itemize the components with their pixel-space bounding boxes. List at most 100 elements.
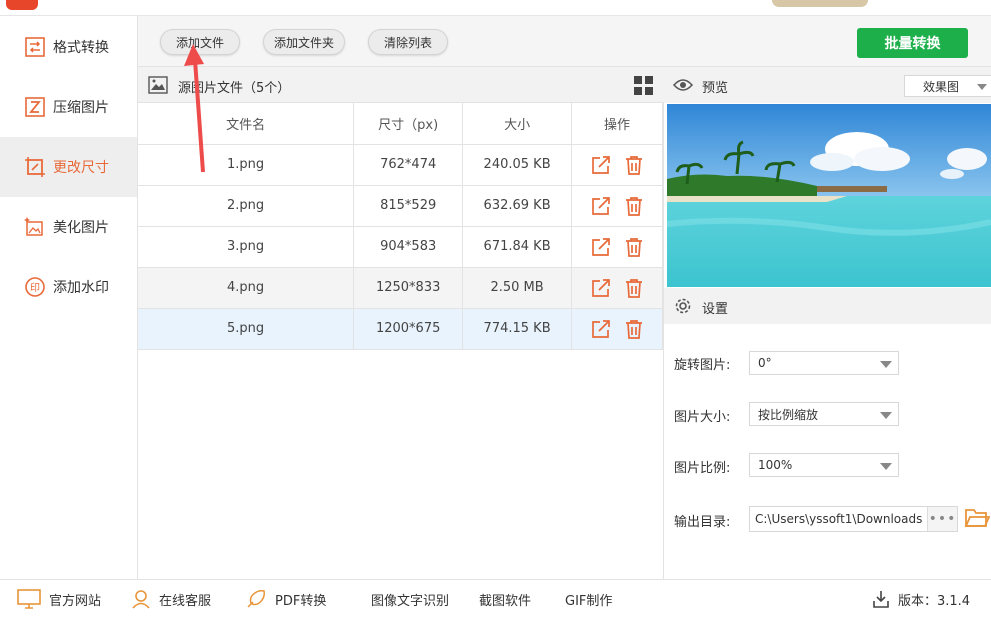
settings-title: 设置 [702,302,729,317]
table-row[interactable]: 4.png 1250*833 2.50 MB [138,267,663,309]
website-link[interactable]: 官方网站 [17,580,101,618]
ocr-link[interactable]: 图像文字识别 [371,580,449,618]
table-row[interactable]: 3.png 904*583 671.84 KB [138,226,663,268]
preview-title: 预览 [702,81,729,96]
output-directory-value: C:\Users\yssoft1\Downloads [755,512,923,526]
gear-icon [675,298,691,314]
batch-convert-button[interactable]: 批量转换 [857,28,968,58]
service-label: 在线客服 [159,593,212,609]
file-dimensions-cell: 1200*675 [353,308,464,350]
trash-icon[interactable] [625,196,643,216]
column-header-filename: 文件名 [138,103,355,145]
add-folder-button[interactable]: 添加文件夹 [263,29,345,55]
file-name-cell: 5.png [138,308,355,350]
file-dimensions-cell: 762*474 [353,144,464,186]
table-row[interactable]: 2.png 815*529 632.69 KB [138,185,663,227]
sidebar-item-resize[interactable]: 更改尺寸 [0,137,137,197]
image-icon [148,76,168,94]
browse-dots-button[interactable]: ••• [927,507,957,531]
open-external-icon[interactable] [591,319,611,339]
file-size-cell: 774.15 KB [462,308,573,350]
column-header-size: 大小 [462,103,573,145]
trash-icon[interactable] [625,278,643,298]
toolbar: 添加文件 添加文件夹 清除列表 批量转换 [138,16,991,67]
sidebar-item-label: 美化图片 [53,220,109,236]
bottom-bar: 官方网站 在线客服 PDF转换 图像文字识别 截图软件 GIF制作 版本：3.1… [0,579,991,617]
monitor-icon [17,589,41,609]
sidebar-item-format-convert[interactable]: 格式转换 [0,17,137,77]
sidebar-item-beautify[interactable]: 美化图片 [0,197,137,257]
sidebar-item-label: 更改尺寸 [53,160,109,176]
file-panel-title: 源图片文件（5个） [178,81,291,96]
version-label: 版本：3.1.4 [898,593,971,609]
file-actions-cell [571,267,663,309]
top-banner-decoration [772,0,868,7]
file-actions-cell [571,308,663,350]
folder-open-icon[interactable] [964,506,990,530]
screenshot-label: 截图软件 [479,593,532,609]
rotate-label: 旋转图片: [674,358,731,373]
online-service-link[interactable]: 在线客服 [131,580,211,618]
size-mode-value: 按比例缩放 [758,407,819,422]
user-service-icon [132,590,150,609]
gif-maker-link[interactable]: GIF制作 [565,580,612,618]
sidebar-item-watermark[interactable]: 印 添加水印 [0,257,137,317]
title-bar [0,0,991,16]
file-dimensions-cell: 904*583 [353,226,464,268]
chevron-down-icon [977,84,987,90]
pdf-convert-link[interactable]: PDF转换 [245,580,326,618]
table-row[interactable]: 5.png 1200*675 774.15 KB [138,308,663,350]
table-row[interactable]: 1.png 762*474 240.05 KB [138,144,663,186]
rotate-select[interactable]: 0° [749,351,899,375]
ratio-label: 图片比例: [674,461,731,476]
open-external-icon[interactable] [591,237,611,257]
clear-list-button[interactable]: 清除列表 [368,29,448,55]
rotate-value: 0° [758,356,772,370]
file-actions-cell [571,144,663,186]
trash-icon[interactable] [625,319,643,339]
compress-icon [25,97,45,117]
file-size-cell: 671.84 KB [462,226,573,268]
screenshot-software-link[interactable]: 截图软件 [479,580,531,618]
file-size-cell: 240.05 KB [462,144,573,186]
format-convert-icon [25,37,45,57]
trash-icon[interactable] [625,155,643,175]
version-info[interactable]: 版本：3.1.4 [872,580,970,618]
file-table: 文件名 尺寸（px) 大小 操作 1.png 762*474 240.05 KB 2.… [138,103,663,350]
file-actions-cell [571,185,663,227]
sidebar-item-compress[interactable]: 压缩图片 [0,77,137,137]
file-name-cell: 2.png [138,185,355,227]
file-dimensions-cell: 1250*833 [353,267,464,309]
grid-view-icon[interactable] [634,76,654,96]
file-size-cell: 632.69 KB [462,185,573,227]
svg-text:印: 印 [30,282,40,294]
open-external-icon[interactable] [591,278,611,298]
trash-icon[interactable] [625,237,643,257]
column-header-dimensions: 尺寸（px) [353,103,464,145]
watermark-icon: 印 [25,277,45,297]
size-label: 图片大小: [674,410,731,425]
eye-icon [673,79,693,91]
file-dimensions-cell: 815*529 [353,185,464,227]
open-external-icon[interactable] [591,196,611,216]
beach-preview-picture [667,104,991,287]
sidebar-item-label: 添加水印 [53,280,109,296]
sidebar-item-label: 压缩图片 [53,100,109,116]
website-label: 官方网站 [49,593,102,609]
settings-panel: 旋转图片: 0° 图片大小: 按比例缩放 图片比例: 100% 输出目录: C:… [664,324,991,579]
settings-header: 设置 [664,288,991,324]
ocr-label: 图像文字识别 [371,593,450,609]
open-external-icon[interactable] [591,155,611,175]
resize-icon [25,157,45,177]
preview-image [667,104,991,287]
ratio-select[interactable]: 100% [749,453,899,477]
add-file-button[interactable]: 添加文件 [160,29,240,55]
preview-mode-select[interactable]: 效果图 [904,75,991,97]
file-name-cell: 4.png [138,267,355,309]
beautify-icon [24,217,43,236]
gif-label: GIF制作 [565,593,613,609]
file-panel: 源图片文件（5个） 文件名 尺寸（px) 大小 操作 1.png 762*474 2… [138,67,664,579]
file-name-cell: 3.png [138,226,355,268]
size-mode-select[interactable]: 按比例缩放 [749,402,899,426]
rocket-icon [247,590,265,608]
